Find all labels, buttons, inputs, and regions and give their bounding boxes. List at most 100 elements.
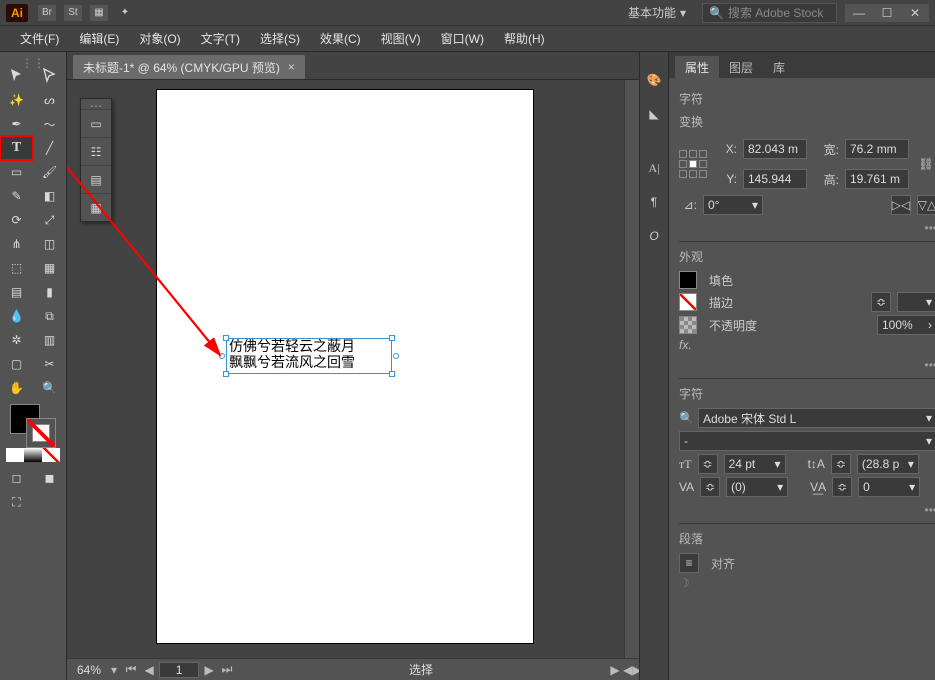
width-input[interactable] <box>845 139 909 159</box>
paragraph-panel-icon[interactable]: ¶ <box>640 188 668 216</box>
fill-chip[interactable] <box>679 271 697 289</box>
character-more-icon[interactable]: ••• <box>924 503 935 517</box>
zoom-value[interactable]: 64% <box>67 663 111 677</box>
handle-out-port[interactable] <box>393 353 399 359</box>
lasso-tool[interactable]: ᔕ <box>33 88 66 112</box>
control-strip-panel[interactable]: ⋯ ▭ ☷ ▤ ▦ <box>80 98 112 222</box>
menu-select[interactable]: 选择(S) <box>250 26 310 51</box>
stock-icon[interactable]: St <box>64 5 82 21</box>
page-number-input[interactable] <box>159 662 199 678</box>
color-mode-solid[interactable] <box>6 448 24 462</box>
menu-window[interactable]: 窗口(W) <box>431 26 494 51</box>
rotate-input[interactable]: 0°▾ <box>703 195 763 215</box>
arrange-docs-icon[interactable]: ▦ <box>90 5 108 21</box>
selected-text-frame[interactable]: 仿佛兮若轻云之蔽月 飘飘兮若流风之回雪 <box>226 338 392 374</box>
close-tab-icon[interactable]: × <box>288 60 295 74</box>
bridge-icon[interactable]: Br <box>38 5 56 21</box>
magic-wand-tool[interactable]: ✨ <box>0 88 33 112</box>
font-size-stepper[interactable]: ≎ <box>698 454 718 474</box>
font-size-input[interactable]: 24 pt▾ <box>724 454 786 474</box>
handle-bottom-right[interactable] <box>389 371 395 377</box>
character-panel-icon[interactable]: A| <box>640 154 668 182</box>
shape-builder-tool[interactable]: ⬚ <box>0 256 33 280</box>
leading-input[interactable]: (28.8 p▾ <box>857 454 919 474</box>
hand-tool[interactable]: ✋ <box>0 376 33 400</box>
stock-search-box[interactable]: 🔍 搜索 Adobe Stock <box>702 3 837 23</box>
gradient-tool[interactable]: ▮ <box>33 280 66 304</box>
menu-effect[interactable]: 效果(C) <box>310 26 371 51</box>
gpu-icon[interactable]: ✦ <box>116 5 134 21</box>
stroke-swatch[interactable] <box>26 418 56 448</box>
width-tool[interactable]: ⋔ <box>0 232 33 256</box>
curvature-tool[interactable]: 〜 <box>33 112 66 136</box>
height-input[interactable] <box>845 169 909 189</box>
blend-tool[interactable]: ⧉ <box>33 304 66 328</box>
handle-top-left[interactable] <box>223 335 229 341</box>
control-strip-item-3[interactable]: ▤ <box>81 165 111 193</box>
handle-bottom-left[interactable] <box>223 371 229 377</box>
free-transform-tool[interactable]: ◫ <box>33 232 66 256</box>
zoom-tool[interactable]: 🔍 <box>33 376 66 400</box>
handle-top-right[interactable] <box>389 335 395 341</box>
color-mode-none[interactable] <box>42 448 60 462</box>
maximize-button[interactable]: ☐ <box>873 4 901 22</box>
menu-help[interactable]: 帮助(H) <box>494 26 555 51</box>
align-left-button[interactable]: ≡ <box>679 553 699 573</box>
flip-horizontal-button[interactable]: ▷◁ <box>891 195 911 215</box>
tracking-stepper[interactable]: ≎ <box>832 477 852 497</box>
kerning-stepper[interactable]: ≎ <box>700 477 720 497</box>
stroke-weight-stepper[interactable]: ≎ <box>871 292 891 312</box>
menu-edit[interactable]: 编辑(E) <box>69 26 129 51</box>
color-mode-gradient[interactable] <box>24 448 42 462</box>
tab-layers[interactable]: 图层 <box>719 56 763 78</box>
y-input[interactable] <box>743 169 807 189</box>
color-panel-icon[interactable]: 🎨 <box>640 66 668 94</box>
font-family-dropdown[interactable]: Adobe 宋体 Std L▾ <box>698 408 935 428</box>
font-style-dropdown[interactable]: -▾ <box>679 431 935 451</box>
close-button[interactable]: ✕ <box>901 4 929 22</box>
last-page-button[interactable]: ⏭ <box>219 662 235 677</box>
eyedropper-tool[interactable]: 💧 <box>0 304 33 328</box>
reference-point-grid[interactable] <box>679 150 707 178</box>
opacity-input[interactable]: 100%› <box>877 315 935 335</box>
paintbrush-tool[interactable]: 🖌 <box>33 160 66 184</box>
pen-tool[interactable]: ✒ <box>0 112 33 136</box>
kerning-input[interactable]: (0)▾ <box>726 477 788 497</box>
transform-more-icon[interactable]: ••• <box>924 221 935 235</box>
prev-page-button[interactable]: ◀ <box>141 663 157 677</box>
toolbox-grip[interactable]: ⋮⋮ <box>0 56 66 64</box>
hscroll-left[interactable]: ▶ <box>607 663 623 677</box>
drawing-mode-normal[interactable]: ◻ <box>0 466 33 490</box>
next-page-button[interactable]: ▶ <box>201 663 217 677</box>
drawing-mode-behind[interactable]: ◼ <box>33 466 66 490</box>
control-strip-grip[interactable]: ⋯ <box>81 99 111 109</box>
tab-libraries[interactable]: 库 <box>763 56 795 78</box>
zoom-dropdown-icon[interactable]: ▾ <box>111 663 117 677</box>
color-guide-panel-icon[interactable]: ◣ <box>640 100 668 128</box>
minimize-button[interactable]: — <box>845 4 873 22</box>
fill-stroke-swatch[interactable] <box>0 400 66 466</box>
control-strip-item-1[interactable]: ▭ <box>81 109 111 137</box>
symbol-sprayer-tool[interactable]: ✲ <box>0 328 33 352</box>
menu-view[interactable]: 视图(V) <box>371 26 431 51</box>
artboard-tool[interactable]: ▢ <box>0 352 33 376</box>
canvas-viewport[interactable]: ⋯ ▭ ☷ ▤ ▦ 仿佛兮若轻云之蔽月 飘飘兮若流风之回雪 <box>67 80 639 680</box>
perspective-grid-tool[interactable]: ▦ <box>33 256 66 280</box>
vertical-scrollbar[interactable] <box>624 80 639 658</box>
hscroll-right[interactable]: ◀▶ <box>623 663 639 677</box>
stroke-chip[interactable] <box>679 293 697 311</box>
menu-file[interactable]: 文件(F) <box>10 26 69 51</box>
stroke-weight-dropdown[interactable]: ▾ <box>897 292 935 312</box>
shaper-tool[interactable]: ✎ <box>0 184 33 208</box>
screen-mode[interactable]: ⛶ <box>0 490 33 514</box>
first-page-button[interactable]: ⏮ <box>123 662 139 677</box>
flip-vertical-button[interactable]: ▽△ <box>917 195 935 215</box>
x-input[interactable] <box>743 139 807 159</box>
workspace-switcher[interactable]: 基本功能 ▾ <box>618 2 696 23</box>
menu-object[interactable]: 对象(O) <box>129 26 190 51</box>
eraser-tool[interactable]: ◧ <box>33 184 66 208</box>
tab-properties[interactable]: 属性 <box>675 56 719 78</box>
menu-type[interactable]: 文字(T) <box>191 26 250 51</box>
document-tab[interactable]: 未标题-1* @ 64% (CMYK/GPU 预览) × <box>73 55 305 79</box>
line-segment-tool[interactable]: ╱ <box>33 136 66 160</box>
